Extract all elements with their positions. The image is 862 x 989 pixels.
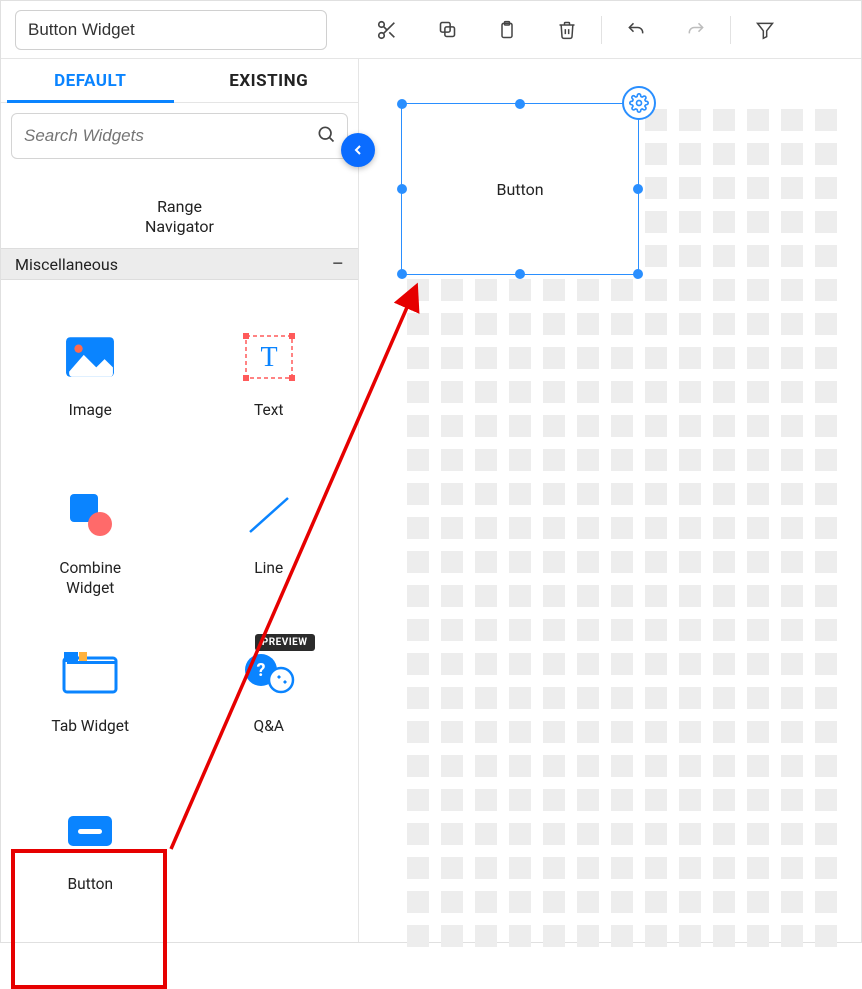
- delete-button[interactable]: [537, 10, 597, 50]
- minus-icon: −: [331, 252, 344, 277]
- widget-grid: Image T Text CombineWidget: [1, 280, 358, 942]
- widget-tab[interactable]: Tab Widget: [1, 616, 180, 774]
- sidebar-tabs: DEFAULT EXISTING: [1, 59, 358, 103]
- widget-button[interactable]: Button: [1, 774, 180, 932]
- toolbar: [357, 10, 795, 50]
- cut-button[interactable]: [357, 10, 417, 50]
- copy-icon: [437, 19, 458, 40]
- image-icon: [65, 336, 115, 378]
- line-icon: [244, 492, 294, 538]
- category-miscellaneous-header[interactable]: Miscellaneous −: [1, 248, 358, 280]
- resize-handle-w[interactable]: [397, 184, 407, 194]
- resize-handle-s[interactable]: [515, 269, 525, 279]
- widget-label: RangeNavigator: [145, 197, 214, 237]
- paste-button[interactable]: [477, 10, 537, 50]
- filter-icon: [755, 20, 775, 40]
- text-icon: T: [242, 332, 296, 382]
- trash-icon: [557, 19, 577, 41]
- placed-button-widget[interactable]: Button: [401, 103, 639, 275]
- resize-handle-se[interactable]: [633, 269, 643, 279]
- copy-button[interactable]: [417, 10, 477, 50]
- search-icon: [316, 124, 336, 148]
- placed-widget-label: Button: [496, 180, 543, 199]
- resize-handle-nw[interactable]: [397, 99, 407, 109]
- redo-button[interactable]: [666, 10, 726, 50]
- dashboard-title-input[interactable]: [15, 10, 327, 50]
- tab-existing[interactable]: EXISTING: [180, 59, 359, 102]
- widget-range-navigator[interactable]: RangeNavigator: [1, 197, 358, 249]
- tab-widget-icon: [62, 650, 118, 696]
- scissors-icon: [376, 19, 398, 41]
- button-icon: [66, 814, 114, 848]
- resize-handle-sw[interactable]: [397, 269, 407, 279]
- tab-default[interactable]: DEFAULT: [1, 59, 180, 102]
- widget-label: Text: [254, 400, 283, 420]
- widget-text[interactable]: T Text: [180, 300, 359, 458]
- top-bar: [1, 1, 861, 59]
- toolbar-divider: [601, 16, 602, 44]
- resize-handle-n[interactable]: [515, 99, 525, 109]
- widget-label: Button: [67, 874, 113, 894]
- qa-icon: ?: [241, 648, 297, 698]
- clipboard-icon: [497, 19, 517, 41]
- widget-label: Tab Widget: [51, 716, 129, 736]
- filter-button[interactable]: [735, 10, 795, 50]
- widget-label: Q&A: [254, 716, 284, 736]
- widgets-sidebar: DEFAULT EXISTING RangeNavigator Miscella…: [1, 59, 359, 942]
- widget-combine[interactable]: CombineWidget: [1, 458, 180, 616]
- widget-image[interactable]: Image: [1, 300, 180, 458]
- widget-settings-button[interactable]: [622, 86, 656, 120]
- widget-label: Line: [254, 558, 283, 578]
- widget-qa[interactable]: PREVIEW ? Q&A: [180, 616, 359, 774]
- widget-label: CombineWidget: [59, 558, 121, 598]
- redo-icon: [685, 20, 707, 40]
- undo-icon: [625, 20, 647, 40]
- category-title: Miscellaneous: [15, 255, 118, 274]
- svg-text:T: T: [260, 342, 277, 373]
- combine-icon: [66, 492, 114, 538]
- svg-text:?: ?: [256, 660, 265, 681]
- resize-handle-e[interactable]: [633, 184, 643, 194]
- design-canvas[interactable]: Button: [359, 59, 861, 942]
- undo-button[interactable]: [606, 10, 666, 50]
- preview-badge: PREVIEW: [255, 634, 315, 651]
- widget-line[interactable]: Line: [180, 458, 359, 616]
- widget-label: Image: [69, 400, 112, 420]
- chevron-left-icon: [350, 142, 366, 158]
- toolbar-divider: [730, 16, 731, 44]
- search-input[interactable]: [11, 113, 348, 159]
- collapse-sidebar-button[interactable]: [341, 133, 375, 167]
- gear-icon: [629, 93, 649, 113]
